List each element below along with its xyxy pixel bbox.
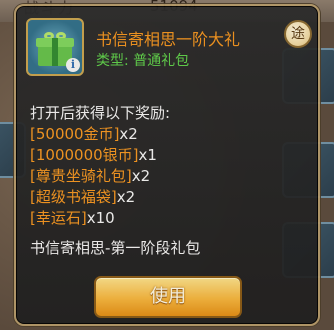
reward-qty: x1 <box>138 146 157 164</box>
reward-list: [50000金币]x2 [1000000银币]x1 [尊贵坐骑礼包]x2 [超级… <box>30 124 157 229</box>
item-icon-frame: i <box>26 18 84 76</box>
item-title: 书信寄相思一阶大礼 <box>96 30 241 49</box>
reward-item: [幸运石]x10 <box>30 208 157 229</box>
reward-name[interactable]: [1000000银币] <box>30 146 139 164</box>
reward-item: [尊贵坐骑礼包]x2 <box>30 166 157 187</box>
reward-item: [50000金币]x2 <box>30 124 157 145</box>
reward-item: [1000000银币]x1 <box>30 145 157 166</box>
reward-name[interactable]: [超级书福袋] <box>30 188 117 206</box>
reward-header: 打开后获得以下奖励: <box>30 104 171 122</box>
reward-qty: x2 <box>116 188 136 206</box>
item-description: 书信寄相思-第一阶段礼包 <box>30 239 201 257</box>
use-button[interactable]: 使用 <box>94 276 242 318</box>
reward-item: [超级书福袋]x2 <box>30 187 157 208</box>
reward-qty: x10 <box>86 209 115 227</box>
reward-name[interactable]: [幸运石] <box>30 209 87 227</box>
item-tooltip-panel: i 书信寄相思一阶大礼 类型: 普通礼包 途 打开后获得以下奖励: [50000… <box>14 4 320 326</box>
reward-name[interactable]: [尊贵坐骑礼包] <box>30 167 132 185</box>
reward-qty: x2 <box>119 125 138 143</box>
info-icon[interactable]: i <box>66 58 80 72</box>
item-type-label: 类型: 普通礼包 <box>96 53 190 69</box>
reward-qty: x2 <box>131 167 151 185</box>
obtain-path-button[interactable]: 途 <box>284 20 312 48</box>
reward-name[interactable]: [50000金币] <box>30 125 119 143</box>
